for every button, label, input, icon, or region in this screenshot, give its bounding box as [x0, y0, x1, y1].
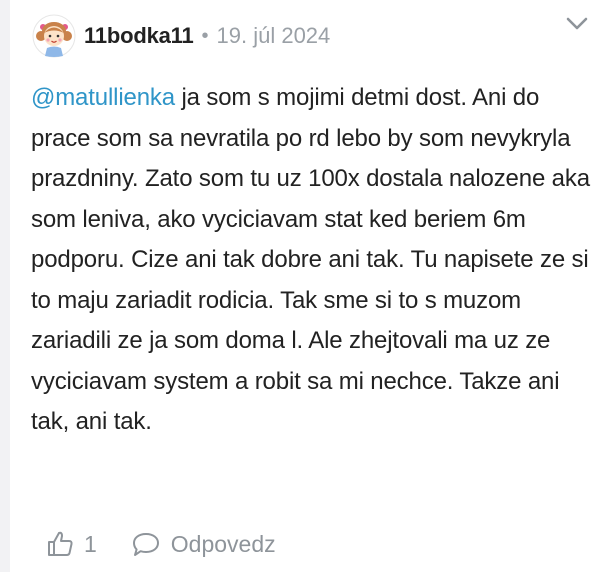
- thumbs-up-icon: [48, 531, 73, 556]
- avatar[interactable]: [32, 14, 76, 58]
- meta-separator: •: [201, 24, 209, 47]
- like-button[interactable]: 1: [46, 530, 97, 558]
- reply-label: Odpovedz: [170, 530, 276, 557]
- comment-card: 11bodka11 • 19. júl 2024 @matullienka ja…: [10, 0, 600, 572]
- comment-header: 11bodka11 • 19. júl 2024: [32, 12, 600, 60]
- comment-actions: 1 Odpovedz: [46, 526, 276, 562]
- chevron-down-icon[interactable]: [564, 10, 590, 36]
- comment-body: @matullienka ja som s mojimi detmi dost.…: [31, 78, 591, 443]
- like-count: 1: [84, 530, 97, 557]
- comment-date: 19. júl 2024: [216, 23, 331, 48]
- reply-button[interactable]: Odpovedz: [131, 530, 276, 558]
- author-name[interactable]: 11bodka11: [84, 23, 194, 49]
- mention-link[interactable]: @matullienka: [31, 84, 175, 111]
- speech-bubble-icon: [132, 533, 159, 556]
- comment-text: ja som s mojimi detmi dost. Ani do prace…: [31, 84, 590, 435]
